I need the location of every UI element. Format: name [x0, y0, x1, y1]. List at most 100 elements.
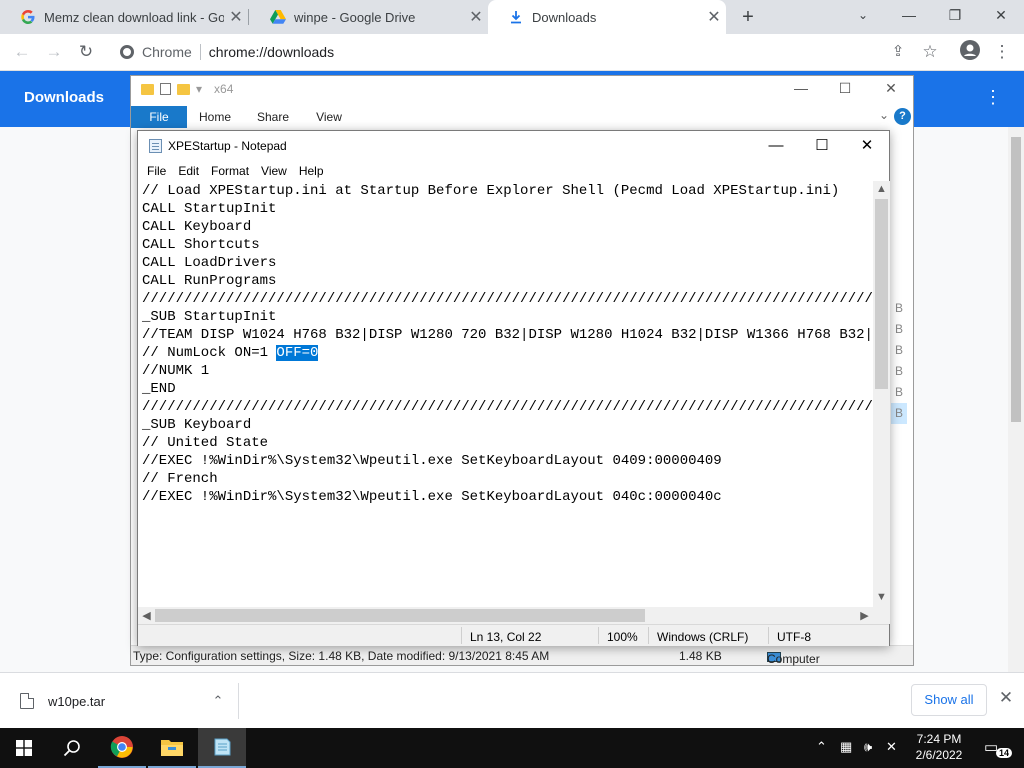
status-divider [648, 627, 649, 644]
downloads-menu-icon[interactable]: ⋮ [984, 87, 1002, 108]
profile-avatar-icon[interactable] [958, 40, 982, 64]
notepad-window: XPEStartup - Notepad — ☐ ✕ File Edit For… [137, 130, 890, 646]
zoom-level: 100% [607, 630, 638, 644]
windows-start-icon[interactable] [0, 728, 48, 768]
scroll-down-icon[interactable]: ▼ [873, 591, 890, 603]
scroll-left-icon[interactable]: ◀ [138, 609, 155, 622]
new-tab-plus-icon[interactable]: + [736, 5, 760, 29]
explorer-close-icon[interactable]: ✕ [869, 80, 913, 97]
tab-title: Memz clean download link - Goo [44, 9, 224, 25]
explorer-status-bar: Type: Configuration settings, Size: 1.48… [131, 645, 913, 666]
minimize-icon[interactable]: — [886, 0, 932, 30]
tab-strip: Memz clean download link - Goo ✕ winpe -… [0, 0, 1024, 34]
network-icon[interactable]: ▦ [840, 739, 852, 755]
clock-time: 7:24 PM [916, 732, 962, 746]
status-divider [768, 627, 769, 644]
text-line: CALL RunPrograms [142, 273, 277, 289]
close-tab-icon[interactable]: ✕ [702, 7, 726, 27]
size-cell: B [891, 403, 907, 424]
ribbon-tab-share[interactable]: Share [251, 106, 295, 128]
explorer-maximize-icon[interactable]: ☐ [823, 80, 867, 97]
share-icon[interactable]: ⇪ [886, 40, 910, 64]
file-explorer-taskbar-icon[interactable] [148, 728, 196, 768]
show-all-button[interactable]: Show all [911, 684, 987, 716]
close-window-icon[interactable]: ✕ [978, 0, 1024, 30]
volume-icon[interactable]: 🕪 [864, 739, 872, 755]
explorer-path: x64 [214, 82, 234, 96]
back-arrow-icon[interactable]: ← [10, 40, 34, 64]
notification-count-badge: 14 [996, 748, 1013, 758]
close-tab-icon[interactable]: ✕ [464, 7, 488, 27]
tab-search-chevron-icon[interactable]: ⌄ [840, 0, 886, 30]
customize-dropdown-icon[interactable]: ▾ [196, 82, 202, 96]
system-clock[interactable]: 7:24 PM 2/6/2022 [904, 731, 974, 763]
explorer-minimize-icon[interactable]: — [779, 80, 823, 96]
menu-edit[interactable]: Edit [172, 161, 205, 181]
notepad-title: XPEStartup - Notepad [168, 139, 287, 153]
horizontal-scroll-thumb[interactable] [155, 609, 645, 622]
notepad-vertical-scrollbar[interactable]: ▲ ▼ [873, 181, 890, 607]
address-bar[interactable]: Chrome chrome://downloads [110, 37, 950, 67]
chrome-menu-icon[interactable]: ⋮ [990, 40, 1014, 64]
notepad-status-bar: Ln 13, Col 22 100% Windows (CRLF) UTF-8 [138, 624, 889, 646]
text-line: // United State [142, 435, 269, 451]
download-file-name: w10pe.tar [48, 693, 106, 709]
close-shelf-icon[interactable]: ✕ [994, 688, 1018, 708]
text-line: ////////////////////////////////////////… [142, 291, 873, 307]
omnibox-chip: Chrome [142, 44, 192, 60]
search-icon[interactable] [48, 728, 96, 768]
text-line: // French [142, 471, 218, 487]
menu-view[interactable]: View [255, 161, 293, 181]
quick-access-toolbar: ▾ x64 [141, 82, 233, 96]
notepad-horizontal-scrollbar[interactable]: ◀ ▶ [138, 607, 873, 624]
ribbon-tab-view[interactable]: View [307, 106, 351, 128]
notepad-maximize-icon[interactable]: ☐ [799, 131, 845, 161]
ribbon-expand-chevron-icon[interactable]: ⌄ [879, 108, 889, 122]
notepad-close-icon[interactable]: ✕ [844, 131, 890, 161]
menu-help[interactable]: Help [293, 161, 330, 181]
chrome-taskbar-icon[interactable] [98, 728, 146, 768]
new-folder-icon[interactable] [177, 83, 190, 95]
text-line: //NUMK 1 [142, 363, 210, 379]
scroll-up-icon[interactable]: ▲ [873, 183, 890, 195]
ribbon-tab-home[interactable]: Home [193, 106, 237, 128]
text-line: _SUB Keyboard [142, 417, 252, 433]
bookmark-star-icon[interactable]: ☆ [918, 40, 942, 64]
tab-memz[interactable]: Memz clean download link - Goo ✕ [0, 0, 248, 34]
ribbon-tab-file[interactable]: File [131, 106, 187, 128]
notepad-text-area[interactable]: // Load XPEStartup.ini at Startup Before… [138, 181, 873, 607]
size-cell: B [894, 385, 903, 399]
scroll-right-icon[interactable]: ▶ [856, 609, 873, 622]
forward-arrow-icon[interactable]: → [42, 40, 66, 64]
encoding: UTF-8 [777, 630, 811, 644]
text-line: //EXEC !%WinDir%\System32\Wpeutil.exe Se… [142, 453, 722, 469]
notepad-taskbar-icon[interactable] [198, 728, 246, 768]
close-tab-icon[interactable]: ✕ [224, 7, 248, 27]
text-line: // Load XPEStartup.ini at Startup Before… [142, 183, 840, 199]
vertical-scroll-thumb[interactable] [875, 199, 888, 389]
status-divider [598, 627, 599, 644]
text-line: CALL Keyboard [142, 219, 252, 235]
menu-format[interactable]: Format [205, 161, 255, 181]
tab-downloads[interactable]: Downloads ✕ [488, 0, 726, 34]
folder-icon [141, 83, 154, 95]
show-hidden-icons-chevron-icon[interactable]: ⌃ [816, 739, 827, 755]
page-scrollbar[interactable] [1008, 127, 1024, 672]
selected-text: OFF=0 [276, 345, 319, 361]
help-icon[interactable]: ? [894, 108, 911, 125]
explorer-ribbon: File Home Share View [131, 106, 913, 128]
reload-icon[interactable]: ↻ [74, 40, 98, 64]
text-line: //EXEC !%WinDir%\System32\Wpeutil.exe Se… [142, 489, 722, 505]
speaker-muted-icon[interactable]: ✕ [886, 739, 897, 755]
notepad-minimize-icon[interactable]: — [753, 131, 799, 161]
size-cell: B [894, 343, 903, 357]
notepad-icon [149, 139, 162, 153]
menu-file[interactable]: File [141, 161, 172, 181]
properties-icon[interactable] [160, 83, 171, 95]
scrollbar-thumb[interactable] [1011, 137, 1021, 422]
download-item[interactable]: w10pe.tar ⌃ [8, 681, 230, 721]
size-cell: B [894, 364, 903, 378]
tab-winpe-drive[interactable]: winpe - Google Drive ✕ [250, 0, 488, 34]
restore-icon[interactable]: ❐ [932, 0, 978, 30]
chevron-up-icon[interactable]: ⌃ [206, 693, 230, 709]
